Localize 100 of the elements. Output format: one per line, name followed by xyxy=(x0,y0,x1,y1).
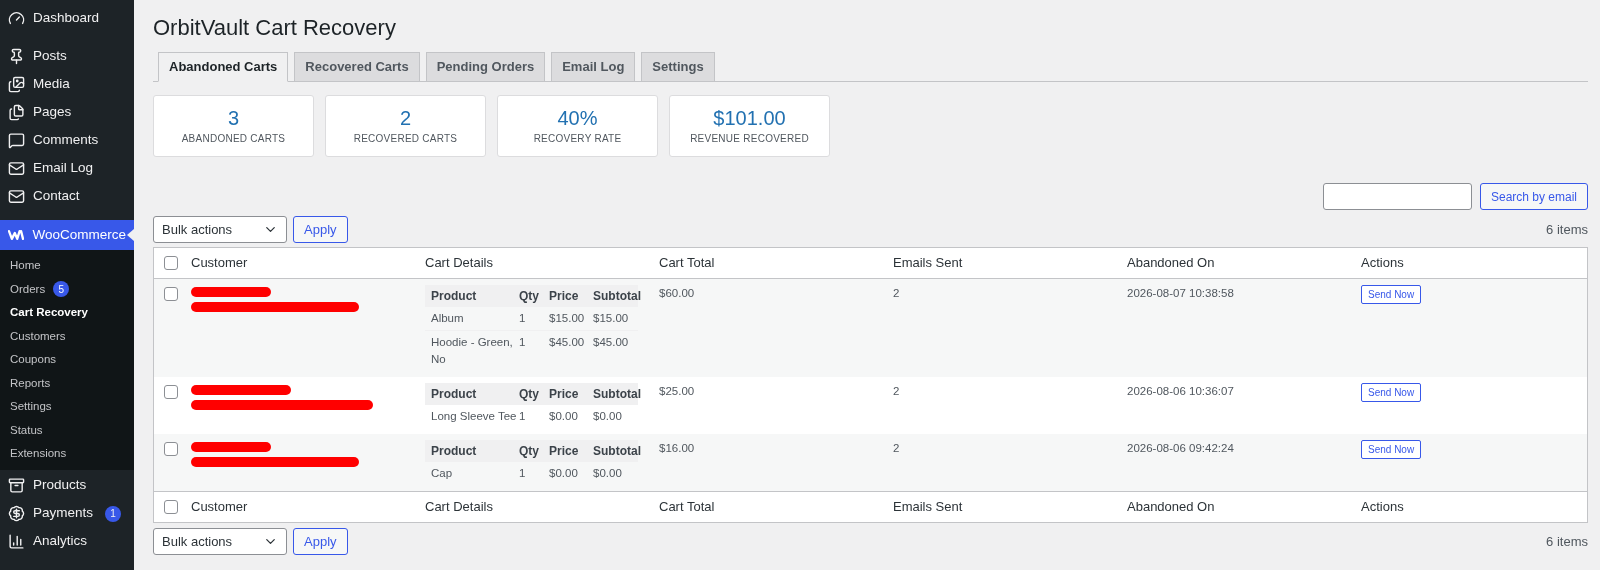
table-cell-text: $15.00 xyxy=(593,311,630,326)
checkbox[interactable] xyxy=(164,500,178,514)
pages-icon xyxy=(8,103,25,121)
column-header: Customer xyxy=(191,254,248,273)
dollar-icon xyxy=(8,505,25,522)
items-count: 6 items xyxy=(1546,220,1588,239)
table-cell-text: Hoodie - Green, No xyxy=(431,335,514,367)
sidebar-item[interactable]: Products xyxy=(0,471,134,500)
cart-total: $16.00 xyxy=(659,441,696,456)
cart-column-header: Qty xyxy=(519,443,540,460)
cart-column-header: Subtotal xyxy=(593,386,641,403)
stat-value: $101.00 xyxy=(713,106,786,131)
tab[interactable]: Settings xyxy=(641,52,715,82)
mail-icon xyxy=(8,159,25,177)
sidebar-item[interactable]: Payments 1 xyxy=(0,499,134,528)
bulk-actions-select[interactable]: Bulk actions xyxy=(153,216,287,243)
stat-label: RECOVERED CARTS xyxy=(353,132,458,146)
archive-icon xyxy=(8,477,25,494)
cart-column-header: Subtotal xyxy=(593,443,641,460)
checkbox[interactable] xyxy=(164,385,178,399)
tab[interactable]: Pending Orders xyxy=(425,52,546,82)
cart-column-header: Subtotal xyxy=(593,288,641,305)
cart-total: $25.00 xyxy=(659,384,696,399)
abandoned-date: 2026-08-06 10:36:07 xyxy=(1127,384,1235,399)
checkbox[interactable] xyxy=(164,442,178,456)
sidebar-item[interactable]: Email Log xyxy=(0,154,134,182)
table-cell-text: $0.00 xyxy=(549,409,579,424)
table-cell-text: $0.00 xyxy=(593,409,623,424)
submenu-item[interactable]: Extensions xyxy=(0,442,134,466)
cart-column-header: Product xyxy=(431,386,478,403)
submenu-item[interactable]: Settings xyxy=(0,395,134,419)
sidebar-item[interactable]: Pages xyxy=(0,98,134,126)
send-now-button[interactable]: Send Now xyxy=(1361,383,1422,402)
send-now-button[interactable]: Send Now xyxy=(1361,285,1422,304)
sidebar-item[interactable]: Media xyxy=(0,70,134,98)
submenu-item[interactable]: Orders 5 xyxy=(0,277,134,301)
abandoned-date: 2026-08-07 10:38:58 xyxy=(1127,286,1235,301)
bar-chart-icon xyxy=(8,533,25,550)
comment-icon xyxy=(8,131,25,149)
sidebar-item[interactable]: Comments xyxy=(0,126,134,154)
table-cell-text: 1 xyxy=(519,311,527,326)
sidebar-item[interactable]: WooCommerce xyxy=(0,220,134,250)
column-footer: Cart Details xyxy=(425,497,659,517)
checkbox[interactable] xyxy=(164,287,178,301)
column-header: Cart Total xyxy=(659,254,715,273)
sidebar-item[interactable]: Posts xyxy=(0,42,134,70)
table-cell-text: 1 xyxy=(519,409,527,424)
tab[interactable]: Email Log xyxy=(551,52,636,82)
mail-icon xyxy=(8,187,25,205)
media-icon xyxy=(8,75,25,93)
emails-sent: 2 xyxy=(893,441,901,456)
column-header: Emails Sent xyxy=(893,254,963,273)
cart-total: $60.00 xyxy=(659,286,696,301)
table-cell-text: Cap xyxy=(431,466,454,481)
pin-icon xyxy=(8,47,25,65)
submenu-item[interactable]: Coupons xyxy=(0,348,134,372)
apply-button[interactable]: Apply xyxy=(293,528,348,555)
column-header: Actions xyxy=(1361,254,1404,273)
stat-label: REVENUE RECOVERED xyxy=(690,132,809,146)
bulk-actions-select[interactable]: Bulk actions xyxy=(153,528,287,555)
sidebar-item[interactable]: Dashboard xyxy=(0,4,134,32)
table-cell-text: $0.00 xyxy=(549,466,579,481)
cart-column-header: Product xyxy=(431,443,478,460)
table-cell-text: Long Sleeve Tee xyxy=(431,409,518,424)
menu-pointer-icon xyxy=(127,229,134,241)
items-count: 6 items xyxy=(1546,532,1588,551)
column-header: Cart Details xyxy=(425,254,493,273)
checkbox[interactable] xyxy=(164,256,178,270)
submenu-item[interactable]: Status xyxy=(0,418,134,442)
send-now-button[interactable]: Send Now xyxy=(1361,440,1422,459)
cart-column-header: Price xyxy=(549,288,580,305)
tab[interactable]: Abandoned Carts xyxy=(158,52,289,82)
column-footer: Emails Sent xyxy=(893,497,1127,517)
stat-label: RECOVERY RATE xyxy=(533,132,622,146)
emails-sent: 2 xyxy=(893,384,901,399)
submenu-item[interactable]: Reports xyxy=(0,371,134,395)
stat-value: 2 xyxy=(399,106,412,131)
cart-column-header: Qty xyxy=(519,386,540,403)
table-cell-text: $45.00 xyxy=(549,335,586,350)
column-footer: Actions xyxy=(1361,497,1587,517)
table-cell-text: $15.00 xyxy=(549,311,586,326)
cart-column-header: Product xyxy=(431,288,478,305)
submenu-item[interactable]: Cart Recovery xyxy=(0,301,134,325)
tab[interactable]: Recovered Carts xyxy=(294,52,420,82)
apply-button[interactable]: Apply xyxy=(293,216,348,243)
emails-sent: 2 xyxy=(893,286,901,301)
cart-column-header: Price xyxy=(549,443,580,460)
stat-value: 40% xyxy=(557,106,598,131)
sidebar-item[interactable]: Contact xyxy=(0,182,134,210)
stat-value: 3 xyxy=(227,106,240,131)
column-header: Abandoned On xyxy=(1127,254,1215,273)
submenu-item[interactable]: Home xyxy=(0,254,134,278)
count-badge: 5 xyxy=(53,281,70,298)
gauge-icon xyxy=(8,9,25,27)
search-field[interactable] xyxy=(1322,183,1472,210)
table-cell-text: $0.00 xyxy=(593,466,623,481)
page-title: OrbitVault Cart Recovery xyxy=(153,14,397,42)
sidebar-item[interactable]: Analytics xyxy=(0,527,134,556)
search-button[interactable]: Search by email xyxy=(1479,183,1588,210)
submenu-item[interactable]: Customers xyxy=(0,324,134,348)
